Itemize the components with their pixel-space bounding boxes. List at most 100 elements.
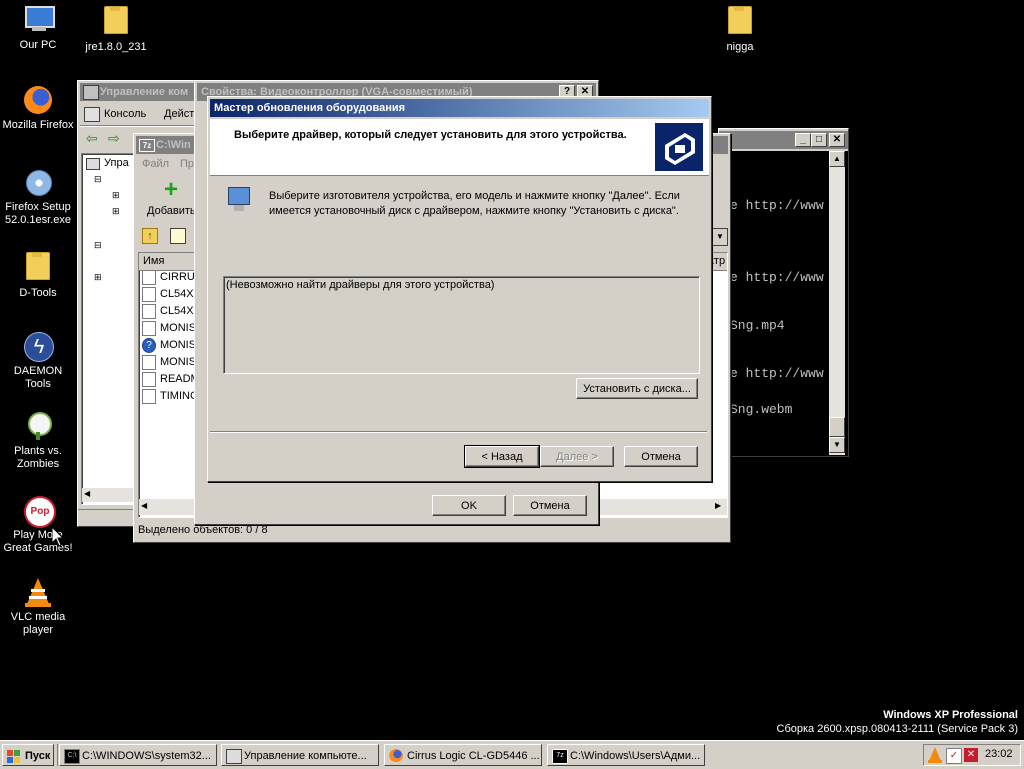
windows-logo-icon [7, 749, 21, 763]
scroll-left-button[interactable]: ◀ [84, 489, 90, 498]
back-button[interactable]: < Назад [464, 445, 540, 468]
list-item[interactable]: CL54XX [142, 286, 201, 303]
help-icon: ? [142, 337, 156, 353]
folder-icon [22, 252, 54, 284]
list-item[interactable]: ? MONIS [142, 337, 196, 354]
7zip-icon: 7z [552, 749, 568, 764]
scroll-down-button[interactable]: ▼ [829, 437, 845, 453]
terminal-line: e http://www [730, 366, 824, 381]
taskbar-button-label: Cirrus Logic CL-GD5446 ... [407, 750, 540, 762]
menu-console[interactable]: Консоль [104, 108, 146, 120]
column-header-name[interactable]: Имя [143, 255, 164, 267]
ok-button[interactable]: OK [432, 495, 506, 516]
scroll-left-button[interactable]: ◀ [141, 501, 147, 510]
window-title: Мастер обновления оборудования [214, 102, 406, 114]
file-icon [142, 371, 156, 387]
desktop-icon-daemon-tools[interactable]: ϟ DAEMON Tools [0, 330, 76, 391]
menu-edit[interactable]: Пр [180, 158, 194, 170]
add-button-label[interactable]: Добавить [147, 205, 196, 217]
terminal-line: e http://www [730, 198, 824, 213]
menu-action[interactable]: Дейст [164, 108, 194, 120]
monitor-icon [228, 187, 250, 217]
file-icon [142, 286, 156, 302]
wizard-header-title: Выберите драйвер, который следует устано… [234, 129, 627, 141]
taskbar-button-label: C:\WINDOWS\system32... [82, 750, 211, 762]
forward-arrow-icon[interactable]: ⇨ [108, 130, 120, 147]
tree-expand-icon[interactable]: ⊞ [94, 272, 102, 283]
desktop-icon-label: Mozilla Firefox [2, 119, 74, 131]
terminal-scrollbar[interactable]: ▲ ▼ [829, 151, 845, 455]
os-edition-label: Windows XP Professional [883, 709, 1018, 721]
tree-expand-icon[interactable]: ⊟ [94, 240, 102, 251]
tree-root-label[interactable]: Упра [104, 157, 129, 169]
file-name: MONIS [160, 356, 197, 368]
desktop-icon-d-tools[interactable]: D-Tools [0, 250, 76, 300]
vlc-tray-icon[interactable] [928, 747, 942, 766]
desktop-icon-plants-vs-zombies[interactable]: Plants vs. Zombies [0, 410, 76, 471]
mouse-cursor-icon [52, 527, 64, 547]
menu-file[interactable]: Файл [142, 158, 169, 170]
wizard-title-bar[interactable]: Мастер обновления оборудования [210, 99, 709, 117]
taskbar-button-cmd[interactable]: C:\ C:\WINDOWS\system32... [59, 744, 217, 766]
file-icon [142, 303, 156, 319]
list-item[interactable]: TIMING [142, 388, 199, 405]
desktop-icon-label: Our PC [19, 39, 57, 51]
desktop-icon-firefox[interactable]: Mozilla Firefox [0, 84, 76, 132]
desktop-icon-vlc[interactable]: VLC media player [0, 576, 76, 637]
desktop-icon-our-pc[interactable]: Our PC [0, 4, 76, 52]
scroll-right-button[interactable]: ▶ [715, 501, 721, 510]
vlc-icon [22, 576, 54, 608]
security-tray-icon[interactable]: ✓ [946, 748, 962, 764]
add-icon[interactable]: + [164, 178, 178, 202]
clock[interactable]: 23:02 [985, 748, 1013, 760]
daemon-tools-icon: ϟ [22, 330, 54, 362]
scroll-thumb[interactable] [829, 417, 845, 437]
minimize-button[interactable]: _ [795, 133, 811, 147]
wizard-instructions: Выберите изготовителя устройства, его мо… [269, 190, 680, 217]
file-icon [142, 320, 156, 336]
maximize-button[interactable]: □ [811, 133, 827, 147]
computer-management-icon [226, 749, 242, 764]
driver-list[interactable]: (Невозможно найти драйверы для этого уст… [223, 276, 700, 374]
list-item[interactable]: MONIS [142, 320, 196, 337]
computer-icon [22, 4, 55, 36]
taskbar-button-7zip[interactable]: 7z C:\Windows\Users\Адми... [547, 744, 705, 766]
back-arrow-icon[interactable]: ⇦ [86, 130, 98, 147]
next-button[interactable]: Далее > [540, 446, 614, 467]
desktop-icon-popcap[interactable]: Pop Play More Great Games! [0, 494, 76, 555]
scroll-up-button[interactable]: ▲ [829, 151, 845, 167]
file-icon [142, 354, 156, 370]
folder-icon [100, 6, 132, 38]
list-item[interactable]: CL54XX [142, 303, 201, 320]
taskbar-button-label: C:\Windows\Users\Адми... [570, 750, 701, 762]
address-dropdown-button[interactable]: ▼ [712, 228, 728, 246]
have-disk-button[interactable]: Установить с диска... [576, 378, 698, 399]
cancel-button[interactable]: Отмена [513, 495, 587, 516]
list-item[interactable]: MONIS [142, 354, 196, 371]
7zip-icon: 7z [139, 139, 155, 152]
address-icon [170, 228, 186, 244]
window-title: C:\Win [156, 139, 191, 151]
desktop-icon-label: jre1.8.0_231 [85, 41, 147, 53]
desktop-icon-label: Plants vs. Zombies [14, 445, 62, 470]
taskbar: Пуск C:\ C:\WINDOWS\system32... Управлен… [0, 740, 1024, 769]
desktop-icon-nigga[interactable]: nigga [702, 4, 778, 54]
desktop-icon-jre[interactable]: jre1.8.0_231 [78, 4, 154, 54]
taskbar-button-firefox[interactable]: Cirrus Logic CL-GD5446 ... [384, 744, 542, 766]
file-name: TIMING [160, 390, 199, 402]
os-build-label: Сборка 2600.xpsp.080413-2111 (Service Pa… [776, 723, 1018, 735]
firefox-icon [22, 84, 54, 116]
wizard-window[interactable]: Мастер обновления оборудования Выберите … [207, 96, 712, 482]
desktop-icon-firefox-setup[interactable]: Firefox Setup 52.0.1esr.exe [0, 166, 76, 227]
tree-expand-icon[interactable]: ⊟ [94, 174, 102, 185]
close-button[interactable]: ✕ [829, 133, 845, 147]
tree-expand-icon[interactable]: ⊞ [112, 206, 120, 217]
folder-up-icon[interactable]: ↑ [142, 228, 158, 244]
tree-expand-icon[interactable]: ⊞ [112, 190, 120, 201]
daemon-tray-icon[interactable]: ✕ [964, 748, 978, 762]
cancel-button[interactable]: Отмена [624, 446, 698, 467]
computer-management-icon [83, 85, 99, 100]
driver-list-message: (Невозможно найти драйверы для этого уст… [226, 279, 495, 291]
taskbar-button-computer-management[interactable]: Управление компьюте... [221, 744, 379, 766]
start-button[interactable]: Пуск [2, 744, 54, 766]
